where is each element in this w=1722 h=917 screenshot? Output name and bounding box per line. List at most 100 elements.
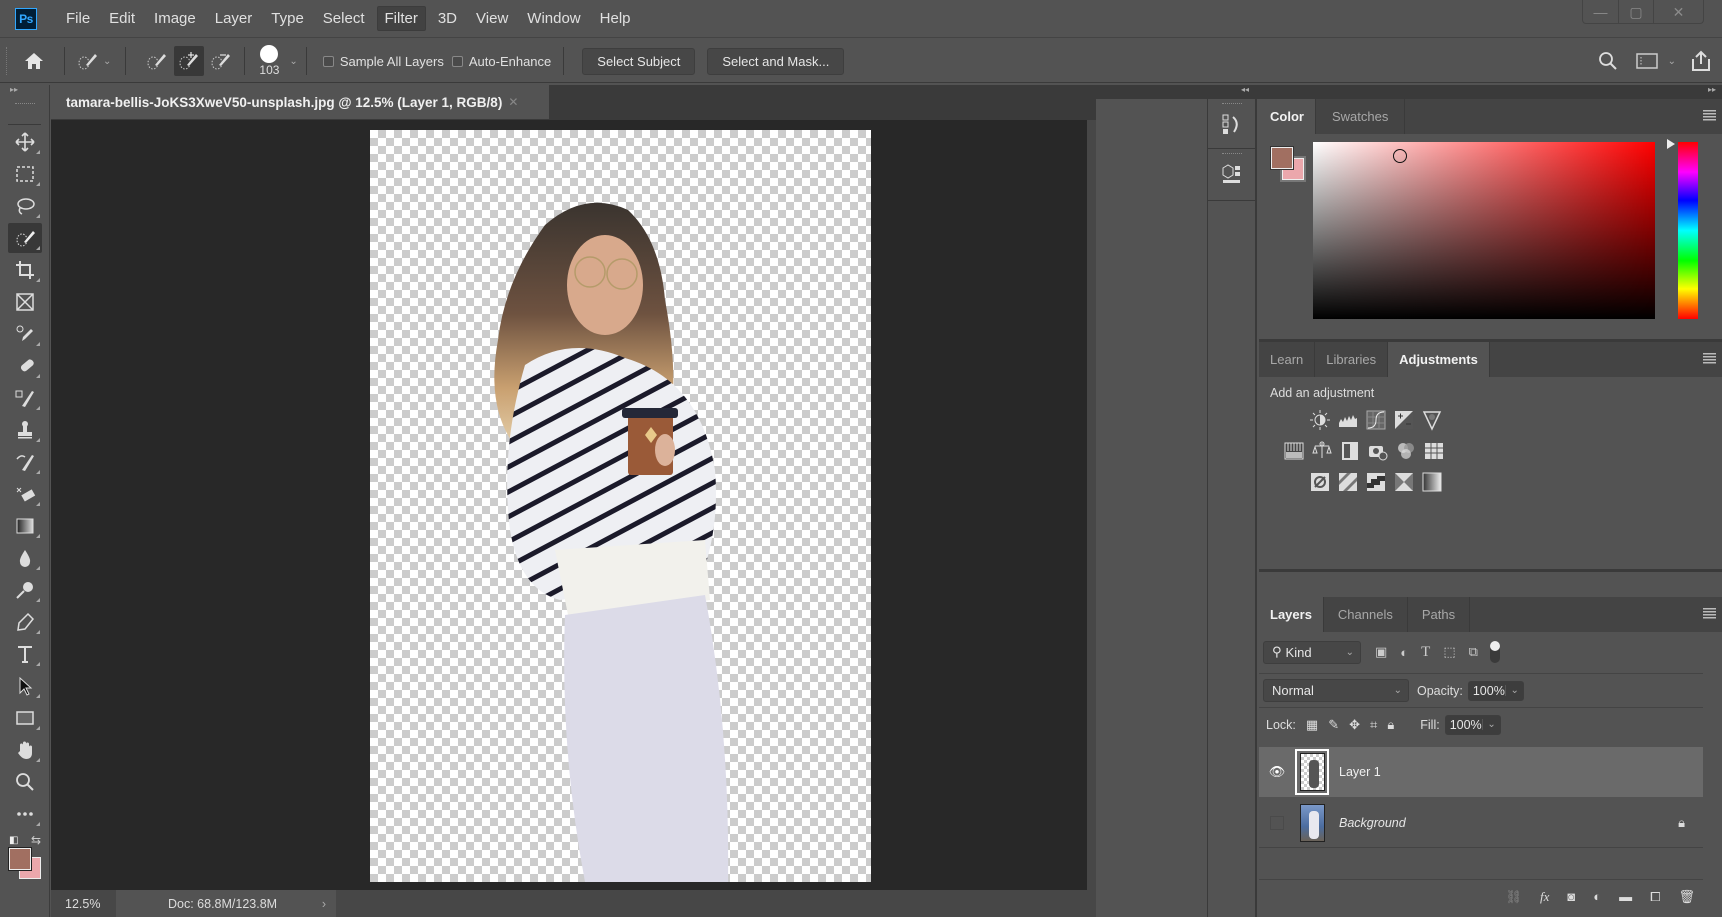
- fx-icon[interactable]: fx: [1540, 889, 1549, 905]
- foreground-color-swatch[interactable]: [8, 847, 32, 871]
- tool-quick-selection[interactable]: [8, 223, 42, 253]
- tool-rectangular-marquee[interactable]: [8, 159, 42, 189]
- auto-enhance-checkbox[interactable]: Auto-Enhance: [451, 54, 551, 69]
- filter-shape-icon[interactable]: ⬚: [1443, 644, 1455, 660]
- sample-all-layers-checkbox[interactable]: Sample All Layers: [322, 54, 444, 69]
- tool-history-brush[interactable]: [8, 447, 42, 477]
- filter-toggle[interactable]: [1489, 641, 1500, 663]
- opacity-chevron-icon[interactable]: ⌄: [1505, 685, 1522, 696]
- menu-image[interactable]: Image: [147, 7, 203, 30]
- adjustment-color-lookup[interactable]: [1423, 440, 1445, 462]
- new-layer-icon[interactable]: ⧠: [1650, 889, 1660, 905]
- new-selection-button[interactable]: [142, 46, 172, 76]
- layer-thumbnail[interactable]: [1295, 800, 1329, 846]
- layer-row-layer-1[interactable]: 👁︎ Layer 1: [1259, 747, 1703, 797]
- tool-path-selection[interactable]: [8, 671, 42, 701]
- filter-adjustment-icon[interactable]: ◐: [1400, 645, 1408, 660]
- document-canvas[interactable]: [370, 130, 871, 882]
- delete-layer-icon[interactable]: 🗑︎: [1678, 889, 1695, 905]
- adjustment-threshold[interactable]: [1365, 471, 1387, 493]
- history-panel-button[interactable]: [1208, 99, 1256, 149]
- tool-zoom[interactable]: [8, 767, 42, 797]
- menu-type[interactable]: Type: [264, 7, 311, 30]
- menu-help[interactable]: Help: [593, 7, 638, 30]
- saturation-brightness-field[interactable]: [1313, 142, 1655, 319]
- tool-crop[interactable]: [8, 255, 42, 285]
- tab-channels[interactable]: Channels: [1324, 597, 1408, 632]
- tool-hand[interactable]: [8, 735, 42, 765]
- filter-pixel-icon[interactable]: ▣: [1375, 644, 1387, 660]
- tool-preset-picker[interactable]: ⌄: [77, 51, 111, 71]
- layer-kind-filter[interactable]: ⚲ Kind ⌄: [1263, 640, 1361, 664]
- filter-type-icon[interactable]: T: [1421, 644, 1430, 661]
- layer-row-background[interactable]: Background 🔒︎: [1259, 798, 1703, 848]
- panel-menu-icon[interactable]: [1703, 110, 1716, 121]
- foreground-color-swatch[interactable]: [1270, 146, 1294, 170]
- adjustment-levels[interactable]: [1337, 409, 1359, 431]
- tool-frame[interactable]: [8, 287, 42, 317]
- layer-name[interactable]: Layer 1: [1339, 765, 1381, 779]
- tab-learn[interactable]: Learn: [1259, 342, 1316, 377]
- close-window-button[interactable]: ✕: [1653, 0, 1703, 24]
- opacity-input[interactable]: 100% ⌄: [1467, 680, 1524, 701]
- link-layers-icon[interactable]: ⛓︎: [1505, 889, 1522, 905]
- subtract-from-selection-button[interactable]: [206, 46, 236, 76]
- new-group-icon[interactable]: ▬: [1619, 889, 1632, 904]
- tab-paths[interactable]: Paths: [1408, 597, 1471, 632]
- properties-panel-button[interactable]: [1208, 149, 1256, 201]
- adjustment-curves[interactable]: [1365, 409, 1387, 431]
- document-tab[interactable]: tamara-bellis-JoKS3XweV50-unsplash.jpg @…: [51, 85, 549, 119]
- tab-adjustments[interactable]: Adjustments: [1388, 342, 1490, 377]
- menu-filter[interactable]: Filter: [376, 6, 426, 31]
- adjustment-vibrance[interactable]: [1421, 409, 1443, 431]
- menu-view[interactable]: View: [469, 7, 515, 30]
- adjustment-hue-saturation[interactable]: [1283, 440, 1305, 462]
- menu-edit[interactable]: Edit: [102, 7, 142, 30]
- tool-pen[interactable]: [8, 607, 42, 637]
- panel-menu-icon[interactable]: [1703, 353, 1716, 364]
- lock-artboard-icon[interactable]: ⌗: [1370, 717, 1377, 733]
- tool-eraser[interactable]: [8, 479, 42, 509]
- swap-colors-icon[interactable]: ⇆: [31, 833, 41, 847]
- search-button[interactable]: [1598, 51, 1618, 71]
- lock-transparent-pixels-icon[interactable]: ▦: [1306, 717, 1318, 733]
- adjustment-black-white[interactable]: [1339, 440, 1361, 462]
- vertical-scrollbar[interactable]: [1087, 120, 1096, 890]
- layer-name[interactable]: Background: [1339, 816, 1406, 830]
- visibility-toggle-empty[interactable]: [1259, 815, 1295, 830]
- document-info[interactable]: Doc: 68.8M/123.8M ›: [116, 890, 336, 917]
- hue-slider-handle[interactable]: [1667, 139, 1675, 149]
- tool-brush[interactable]: [8, 383, 42, 413]
- color-picker-cursor[interactable]: [1393, 149, 1407, 163]
- adjustment-invert[interactable]: [1309, 471, 1331, 493]
- default-colors-icon[interactable]: ◧: [9, 835, 18, 846]
- menu-layer[interactable]: Layer: [208, 7, 260, 30]
- expand-toolbar-icon[interactable]: ▸▸: [0, 85, 49, 95]
- collapse-dock-icon[interactable]: ◂◂: [1241, 85, 1249, 94]
- select-and-mask-button[interactable]: Select and Mask...: [707, 47, 845, 75]
- filter-smart-object-icon[interactable]: ⧉: [1469, 644, 1478, 660]
- hue-slider[interactable]: [1678, 142, 1698, 319]
- tool-rectangle[interactable]: [8, 703, 42, 733]
- minimize-button[interactable]: —: [1583, 0, 1618, 24]
- adjustment-photo-filter[interactable]: [1367, 440, 1389, 462]
- home-button[interactable]: [24, 52, 44, 70]
- adjustment-selective-color[interactable]: [1393, 471, 1415, 493]
- adjustment-layer-icon[interactable]: ◐: [1593, 889, 1601, 904]
- blend-mode-select[interactable]: Normal ⌄: [1263, 679, 1409, 702]
- tool-blur[interactable]: [8, 543, 42, 573]
- tool-type[interactable]: [8, 639, 42, 669]
- info-menu-icon[interactable]: ›: [322, 897, 326, 911]
- menu-select[interactable]: Select: [316, 7, 372, 30]
- menu-file[interactable]: File: [59, 7, 97, 30]
- tool-edit-toolbar[interactable]: [8, 799, 42, 829]
- menu-window[interactable]: Window: [520, 7, 587, 30]
- adjustment-exposure[interactable]: [1393, 409, 1415, 431]
- layer-thumbnail[interactable]: [1295, 749, 1329, 795]
- checkbox-box[interactable]: [451, 55, 463, 67]
- tool-gradient[interactable]: [8, 511, 42, 541]
- tool-move[interactable]: [8, 127, 42, 157]
- tool-clone-stamp[interactable]: [8, 415, 42, 445]
- fill-input[interactable]: 100% ⌄: [1444, 714, 1501, 735]
- expand-panels-icon[interactable]: ▸▸: [1708, 85, 1716, 94]
